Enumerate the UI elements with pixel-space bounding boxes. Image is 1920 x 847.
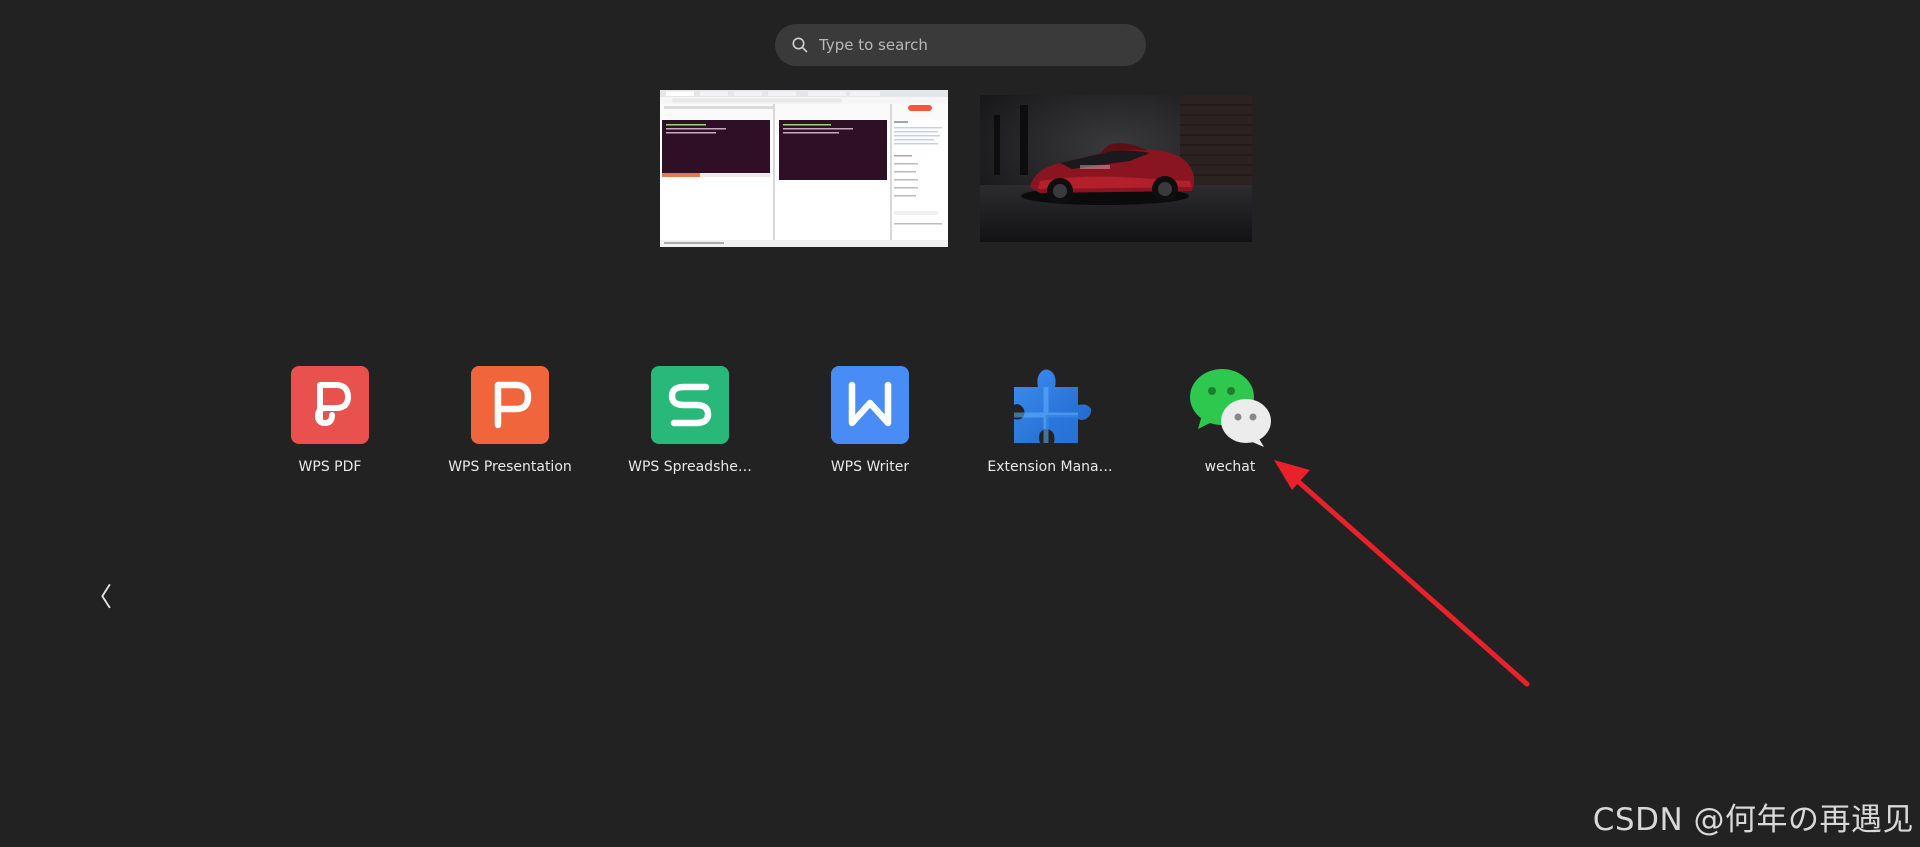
- workspace-thumbnail-2[interactable]: [980, 95, 1252, 242]
- wps-pdf-icon: [291, 366, 369, 444]
- app-wps-presentation[interactable]: WPS Presentation: [435, 360, 585, 480]
- app-extension-manager[interactable]: Extension Mana…: [975, 360, 1125, 480]
- search-bar[interactable]: [775, 24, 1146, 66]
- app-wechat[interactable]: wechat: [1155, 360, 1305, 480]
- app-label: WPS Presentation: [448, 459, 572, 475]
- app-wps-pdf[interactable]: WPS PDF: [255, 360, 405, 480]
- app-label: WPS PDF: [298, 459, 362, 475]
- app-label: Extension Mana…: [987, 459, 1113, 475]
- app-wps-spreadsheet[interactable]: WPS Spreadshe…: [615, 360, 765, 480]
- app-label: WPS Spreadshe…: [628, 459, 752, 475]
- workspace-thumbnail-1[interactable]: [660, 90, 948, 247]
- app-label: WPS Writer: [830, 459, 910, 475]
- search-input[interactable]: [819, 36, 1119, 54]
- wps-writer-icon: [831, 366, 909, 444]
- wps-presentation-icon: [471, 366, 549, 444]
- extension-manager-icon: [1014, 369, 1092, 443]
- wallpaper-preview: [980, 95, 1252, 242]
- browser-window-preview: [660, 90, 948, 247]
- wps-spreadsheet-icon: [651, 366, 729, 444]
- app-label: wechat: [1204, 459, 1256, 475]
- watermark: CSDN @何年の再遇见: [1592, 802, 1914, 838]
- search-icon: [792, 37, 808, 53]
- previous-page-button[interactable]: 〈: [86, 580, 112, 616]
- app-wps-writer[interactable]: WPS Writer: [795, 360, 945, 480]
- activities-overview: WPS PDF WPS Presentation WPS Spreadshe… …: [0, 0, 1920, 847]
- wechat-icon: [1190, 369, 1271, 447]
